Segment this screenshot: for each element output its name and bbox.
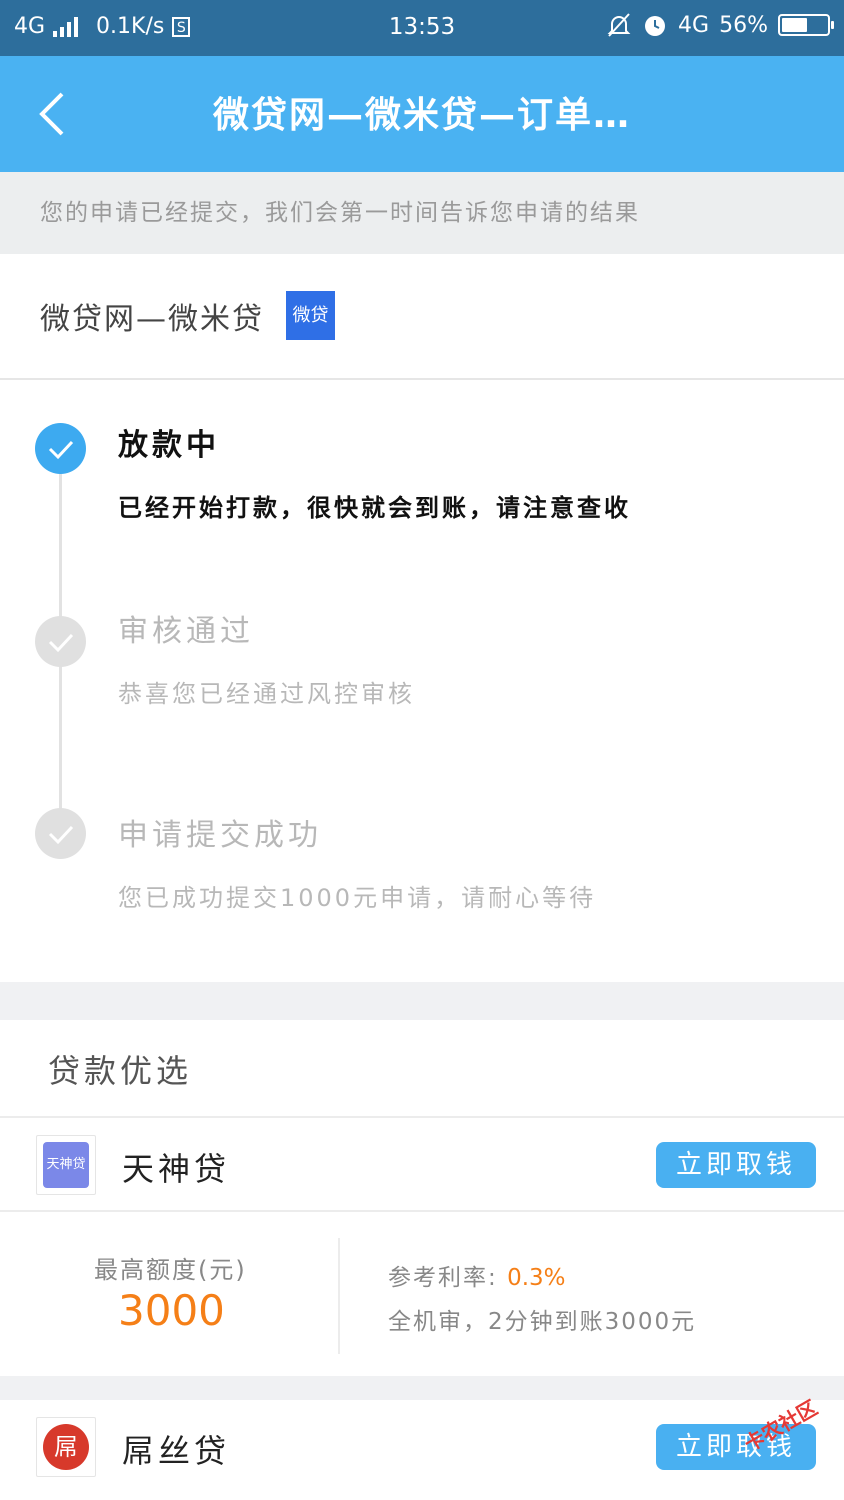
step-1-title: 放款中: [118, 428, 220, 463]
network-type-right: 4G: [678, 12, 710, 38]
lender-row-2[interactable]: 屌 屌丝贷 立即取钱: [0, 1400, 844, 1492]
withdraw-button[interactable]: 立即取钱: [656, 1142, 816, 1188]
vertical-divider: [338, 1238, 340, 1354]
step-1-desc: 已经开始打款，很快就会到账，请注意查收: [118, 494, 631, 522]
lender-1-name: 天神贷: [122, 1150, 231, 1188]
recommend-title: 贷款优选: [48, 1052, 193, 1090]
step-3-check-icon: [35, 808, 86, 859]
product-name: 微贷网—微米贷: [40, 302, 264, 337]
submit-notice: 您的申请已经提交，我们会第一时间告诉您申请的结果: [0, 172, 844, 254]
product-logo: 微贷: [286, 291, 335, 340]
limit-value: 3000: [118, 1286, 225, 1335]
step-2-desc: 恭喜您已经通过风控审核: [118, 680, 415, 708]
product-card: 微贷网—微米贷 微贷: [0, 254, 844, 380]
limit-label: 最高额度(元): [94, 1256, 247, 1284]
divider: [0, 1210, 844, 1212]
alarm-icon: [645, 16, 666, 36]
lender-row-1[interactable]: 天神贷 天神贷 立即取钱: [0, 1118, 844, 1210]
rate-line: 参考利率: 0.3%: [388, 1258, 566, 1292]
page-title: 微贷网—微米贷—订单…: [212, 95, 631, 136]
back-arrow-icon[interactable]: [30, 86, 80, 142]
step-3-desc: 您已成功提交1000元申请，请耐心等待: [118, 884, 597, 912]
lender-1-logo-text: 天神贷: [43, 1142, 89, 1188]
lender-2-logo-text: 屌: [43, 1424, 89, 1470]
lender-2-name: 屌丝贷: [122, 1432, 231, 1470]
battery-percent: 56%: [719, 12, 768, 38]
nav-bar: 微贷网—微米贷—订单…: [0, 56, 844, 172]
status-bar: 4G 0.1K/s S 13:53 4G 56%: [0, 0, 844, 56]
rate-label: 参考利率:: [388, 1265, 498, 1291]
step-2-title: 审核通过: [118, 614, 254, 649]
rate-value: 0.3%: [507, 1265, 566, 1291]
mute-bell-icon: [607, 13, 631, 37]
step-2-check-icon: [35, 616, 86, 667]
step-3-title: 申请提交成功: [118, 818, 322, 853]
step-1-check-icon: [35, 423, 86, 474]
lender-2-logo: 屌: [36, 1417, 96, 1477]
battery-icon: [778, 14, 834, 36]
section-gap: [0, 1376, 844, 1400]
lender-1-logo: 天神贷: [36, 1135, 96, 1195]
lender-1-note: 全机审，2分钟到账3000元: [388, 1309, 697, 1335]
